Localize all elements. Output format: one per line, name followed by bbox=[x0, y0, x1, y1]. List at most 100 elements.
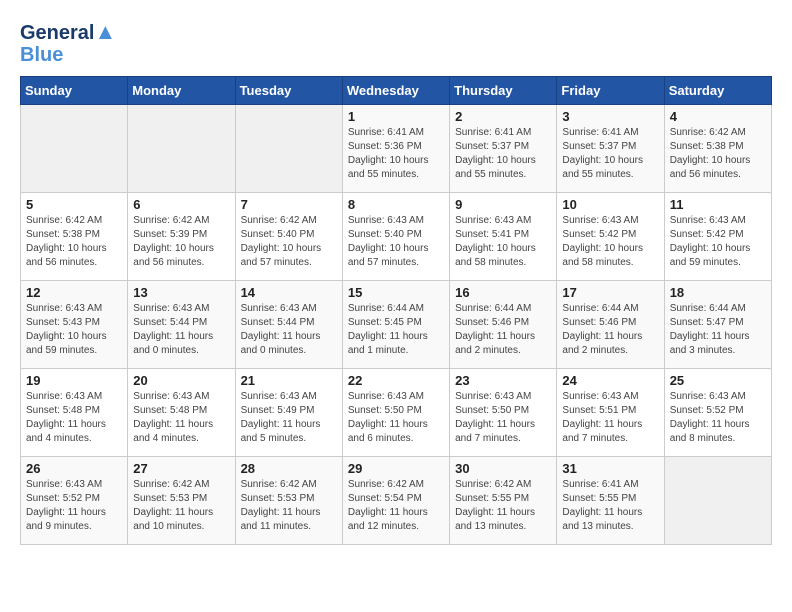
calendar-cell bbox=[21, 105, 128, 193]
day-number: 26 bbox=[26, 461, 122, 476]
day-info: Sunrise: 6:43 AM Sunset: 5:50 PM Dayligh… bbox=[348, 390, 444, 446]
day-number: 9 bbox=[455, 197, 551, 212]
calendar-cell: 14Sunrise: 6:43 AM Sunset: 5:44 PM Dayli… bbox=[235, 281, 342, 369]
calendar-cell: 6 Sunrise: 6:42 AM Sunset: 5:39 PM Daylig… bbox=[128, 193, 235, 281]
day-number: 12 bbox=[26, 285, 122, 300]
calendar-cell: 16Sunrise: 6:44 AM Sunset: 5:46 PM Dayli… bbox=[450, 281, 557, 369]
day-info: Sunrise: 6:42 AM Sunset: 5:40 PM Dayligh… bbox=[241, 214, 337, 270]
day-info: Sunrise: 6:41 AM Sunset: 5:55 PM Dayligh… bbox=[562, 478, 658, 534]
day-number: 30 bbox=[455, 461, 551, 476]
calendar-cell: 19Sunrise: 6:43 AM Sunset: 5:48 PM Dayli… bbox=[21, 369, 128, 457]
day-number: 11 bbox=[670, 197, 766, 212]
calendar-cell bbox=[664, 457, 771, 545]
calendar-cell: 8 Sunrise: 6:43 AM Sunset: 5:40 PM Daylig… bbox=[342, 193, 449, 281]
day-info: Sunrise: 6:42 AM Sunset: 5:53 PM Dayligh… bbox=[133, 478, 229, 534]
calendar-cell: 10 Sunrise: 6:43 AM Sunset: 5:42 PM Dayli… bbox=[557, 193, 664, 281]
day-number: 13 bbox=[133, 285, 229, 300]
calendar-cell: 7 Sunrise: 6:42 AM Sunset: 5:40 PM Daylig… bbox=[235, 193, 342, 281]
calendar-cell: 23 Sunrise: 6:43 AM Sunset: 5:50 PM Dayli… bbox=[450, 369, 557, 457]
day-number: 31 bbox=[562, 461, 658, 476]
day-number: 28 bbox=[241, 461, 337, 476]
day-number: 8 bbox=[348, 197, 444, 212]
logo-line1: General▲ bbox=[20, 20, 116, 44]
day-header-wednesday: Wednesday bbox=[342, 77, 449, 105]
day-number: 20 bbox=[133, 373, 229, 388]
day-number: 3 bbox=[562, 109, 658, 124]
day-info: Sunrise: 6:42 AM Sunset: 5:55 PM Dayligh… bbox=[455, 478, 551, 534]
calendar-cell: 30 Sunrise: 6:42 AM Sunset: 5:55 PM Dayli… bbox=[450, 457, 557, 545]
page-header: General▲ Blue bbox=[20, 20, 772, 66]
calendar-cell: 9 Sunrise: 6:43 AM Sunset: 5:41 PM Daylig… bbox=[450, 193, 557, 281]
day-info: Sunrise: 6:41 AM Sunset: 5:37 PM Dayligh… bbox=[562, 126, 658, 182]
calendar-cell: 27Sunrise: 6:42 AM Sunset: 5:53 PM Dayli… bbox=[128, 457, 235, 545]
day-info: Sunrise: 6:44 AM Sunset: 5:46 PM Dayligh… bbox=[562, 302, 658, 358]
day-info: Sunrise: 6:43 AM Sunset: 5:40 PM Dayligh… bbox=[348, 214, 444, 270]
calendar-cell: 22 Sunrise: 6:43 AM Sunset: 5:50 PM Dayli… bbox=[342, 369, 449, 457]
day-info: Sunrise: 6:43 AM Sunset: 5:49 PM Dayligh… bbox=[241, 390, 337, 446]
day-info: Sunrise: 6:43 AM Sunset: 5:44 PM Dayligh… bbox=[241, 302, 337, 358]
calendar-cell: 26 Sunrise: 6:43 AM Sunset: 5:52 PM Dayli… bbox=[21, 457, 128, 545]
day-number: 18 bbox=[670, 285, 766, 300]
day-info: Sunrise: 6:43 AM Sunset: 5:48 PM Dayligh… bbox=[26, 390, 122, 446]
calendar-cell: 4 Sunrise: 6:42 AM Sunset: 5:38 PM Daylig… bbox=[664, 105, 771, 193]
day-number: 25 bbox=[670, 373, 766, 388]
day-info: Sunrise: 6:43 AM Sunset: 5:41 PM Dayligh… bbox=[455, 214, 551, 270]
day-info: Sunrise: 6:42 AM Sunset: 5:54 PM Dayligh… bbox=[348, 478, 444, 534]
calendar-cell: 17Sunrise: 6:44 AM Sunset: 5:46 PM Dayli… bbox=[557, 281, 664, 369]
day-info: Sunrise: 6:43 AM Sunset: 5:50 PM Dayligh… bbox=[455, 390, 551, 446]
calendar-cell: 11 Sunrise: 6:43 AM Sunset: 5:42 PM Dayli… bbox=[664, 193, 771, 281]
day-header-saturday: Saturday bbox=[664, 77, 771, 105]
day-info: Sunrise: 6:43 AM Sunset: 5:48 PM Dayligh… bbox=[133, 390, 229, 446]
calendar-cell: 21Sunrise: 6:43 AM Sunset: 5:49 PM Dayli… bbox=[235, 369, 342, 457]
day-info: Sunrise: 6:42 AM Sunset: 5:53 PM Dayligh… bbox=[241, 478, 337, 534]
calendar-cell: 3 Sunrise: 6:41 AM Sunset: 5:37 PM Daylig… bbox=[557, 105, 664, 193]
calendar-cell: 12 Sunrise: 6:43 AM Sunset: 5:43 PM Dayli… bbox=[21, 281, 128, 369]
logo-line2: Blue bbox=[20, 44, 116, 66]
day-info: Sunrise: 6:43 AM Sunset: 5:42 PM Dayligh… bbox=[562, 214, 658, 270]
calendar-cell: 25 Sunrise: 6:43 AM Sunset: 5:52 PM Dayli… bbox=[664, 369, 771, 457]
day-info: Sunrise: 6:44 AM Sunset: 5:47 PM Dayligh… bbox=[670, 302, 766, 358]
calendar-cell: 1 Sunrise: 6:41 AM Sunset: 5:36 PM Daylig… bbox=[342, 105, 449, 193]
day-number: 29 bbox=[348, 461, 444, 476]
week-row-2: 5 Sunrise: 6:42 AM Sunset: 5:38 PM Daylig… bbox=[21, 193, 772, 281]
calendar-cell bbox=[128, 105, 235, 193]
calendar-body: 1 Sunrise: 6:41 AM Sunset: 5:36 PM Daylig… bbox=[21, 105, 772, 545]
day-info: Sunrise: 6:43 AM Sunset: 5:43 PM Dayligh… bbox=[26, 302, 122, 358]
calendar-cell: 13 Sunrise: 6:43 AM Sunset: 5:44 PM Dayli… bbox=[128, 281, 235, 369]
logo: General▲ Blue bbox=[20, 20, 116, 66]
day-number: 6 bbox=[133, 197, 229, 212]
calendar-table: SundayMondayTuesdayWednesdayThursdayFrid… bbox=[20, 76, 772, 545]
week-row-1: 1 Sunrise: 6:41 AM Sunset: 5:36 PM Daylig… bbox=[21, 105, 772, 193]
calendar-cell bbox=[235, 105, 342, 193]
day-number: 22 bbox=[348, 373, 444, 388]
day-info: Sunrise: 6:42 AM Sunset: 5:38 PM Dayligh… bbox=[670, 126, 766, 182]
day-header-monday: Monday bbox=[128, 77, 235, 105]
week-row-5: 26 Sunrise: 6:43 AM Sunset: 5:52 PM Dayli… bbox=[21, 457, 772, 545]
day-number: 24 bbox=[562, 373, 658, 388]
day-number: 7 bbox=[241, 197, 337, 212]
calendar-cell: 18 Sunrise: 6:44 AM Sunset: 5:47 PM Dayli… bbox=[664, 281, 771, 369]
day-info: Sunrise: 6:43 AM Sunset: 5:52 PM Dayligh… bbox=[26, 478, 122, 534]
day-number: 2 bbox=[455, 109, 551, 124]
day-info: Sunrise: 6:42 AM Sunset: 5:39 PM Dayligh… bbox=[133, 214, 229, 270]
logo-combined: General▲ Blue bbox=[20, 20, 116, 66]
day-info: Sunrise: 6:44 AM Sunset: 5:46 PM Dayligh… bbox=[455, 302, 551, 358]
day-number: 5 bbox=[26, 197, 122, 212]
day-header-sunday: Sunday bbox=[21, 77, 128, 105]
day-info: Sunrise: 6:43 AM Sunset: 5:44 PM Dayligh… bbox=[133, 302, 229, 358]
day-info: Sunrise: 6:41 AM Sunset: 5:36 PM Dayligh… bbox=[348, 126, 444, 182]
day-number: 1 bbox=[348, 109, 444, 124]
calendar-cell: 24Sunrise: 6:43 AM Sunset: 5:51 PM Dayli… bbox=[557, 369, 664, 457]
calendar-cell: 2Sunrise: 6:41 AM Sunset: 5:37 PM Daylig… bbox=[450, 105, 557, 193]
week-row-4: 19Sunrise: 6:43 AM Sunset: 5:48 PM Dayli… bbox=[21, 369, 772, 457]
day-number: 23 bbox=[455, 373, 551, 388]
day-number: 4 bbox=[670, 109, 766, 124]
day-info: Sunrise: 6:43 AM Sunset: 5:52 PM Dayligh… bbox=[670, 390, 766, 446]
day-info: Sunrise: 6:42 AM Sunset: 5:38 PM Dayligh… bbox=[26, 214, 122, 270]
header-row: SundayMondayTuesdayWednesdayThursdayFrid… bbox=[21, 77, 772, 105]
calendar-cell: 28 Sunrise: 6:42 AM Sunset: 5:53 PM Dayli… bbox=[235, 457, 342, 545]
day-number: 10 bbox=[562, 197, 658, 212]
day-header-thursday: Thursday bbox=[450, 77, 557, 105]
calendar-cell: 5 Sunrise: 6:42 AM Sunset: 5:38 PM Daylig… bbox=[21, 193, 128, 281]
day-info: Sunrise: 6:43 AM Sunset: 5:42 PM Dayligh… bbox=[670, 214, 766, 270]
